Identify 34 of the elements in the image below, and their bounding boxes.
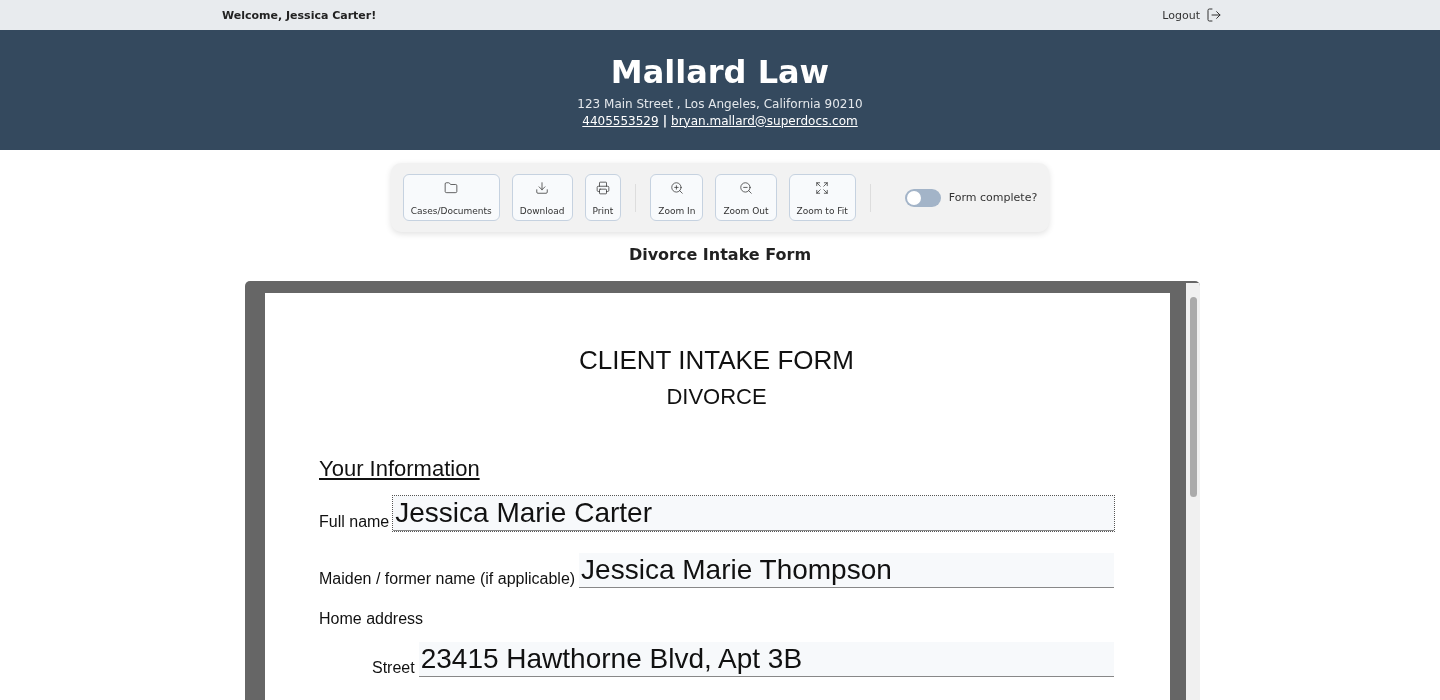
toolbar-button[interactable]: Print [584, 174, 622, 221]
email-link[interactable]: bryan.mallard@superdocs.com [671, 113, 858, 128]
separator-text: | [662, 113, 668, 128]
phone-link[interactable]: 4405553529 [582, 113, 659, 128]
field-label: Full name [319, 513, 390, 531]
toolbar-button[interactable]: Download [511, 174, 573, 221]
section-heading: Your Information [319, 456, 481, 482]
firm-address: 123 Main Street , Los Angeles, California 90210 [577, 96, 863, 111]
group-label: Home address [319, 610, 425, 628]
expand-icon [815, 181, 830, 195]
zoom-in-icon [669, 181, 684, 195]
toolbar-button[interactable]: Zoom In [650, 174, 704, 221]
printer-icon [595, 181, 610, 195]
download-icon [535, 181, 550, 195]
input-field[interactable]: 23415 Hawthorne Blvd, Apt 3B [418, 642, 1114, 677]
toolbar-button[interactable]: Cases/Documents [402, 174, 500, 221]
toggle-label: Form complete? [948, 191, 1038, 204]
field-label: Maiden / former name (if applicable) [319, 570, 576, 588]
scrollbar[interactable] [1186, 283, 1200, 700]
zoom-out-icon [739, 181, 753, 195]
logout-button[interactable]: Logout [1162, 7, 1222, 23]
input-field[interactable]: Jessica Marie Carter [393, 496, 1114, 531]
input-field[interactable]: Jessica Marie Thompson [579, 553, 1114, 588]
form-title: Divorce Intake Form [627, 245, 813, 264]
folder-icon [444, 181, 459, 195]
toggle-switch[interactable] [904, 188, 941, 207]
document-subtitle: DIVORCE [665, 384, 768, 410]
welcome-text: Welcome, Jessica Carter! [222, 8, 377, 22]
toolbar-button[interactable]: Zoom Out [715, 174, 777, 221]
logout-icon [1206, 7, 1222, 23]
document-title: CLIENT INTAKE FORM [578, 345, 855, 376]
toolbar-button[interactable]: Zoom to Fit [788, 174, 856, 221]
firm-name: Mallard Law [610, 52, 830, 91]
field-label: Street [372, 659, 415, 677]
